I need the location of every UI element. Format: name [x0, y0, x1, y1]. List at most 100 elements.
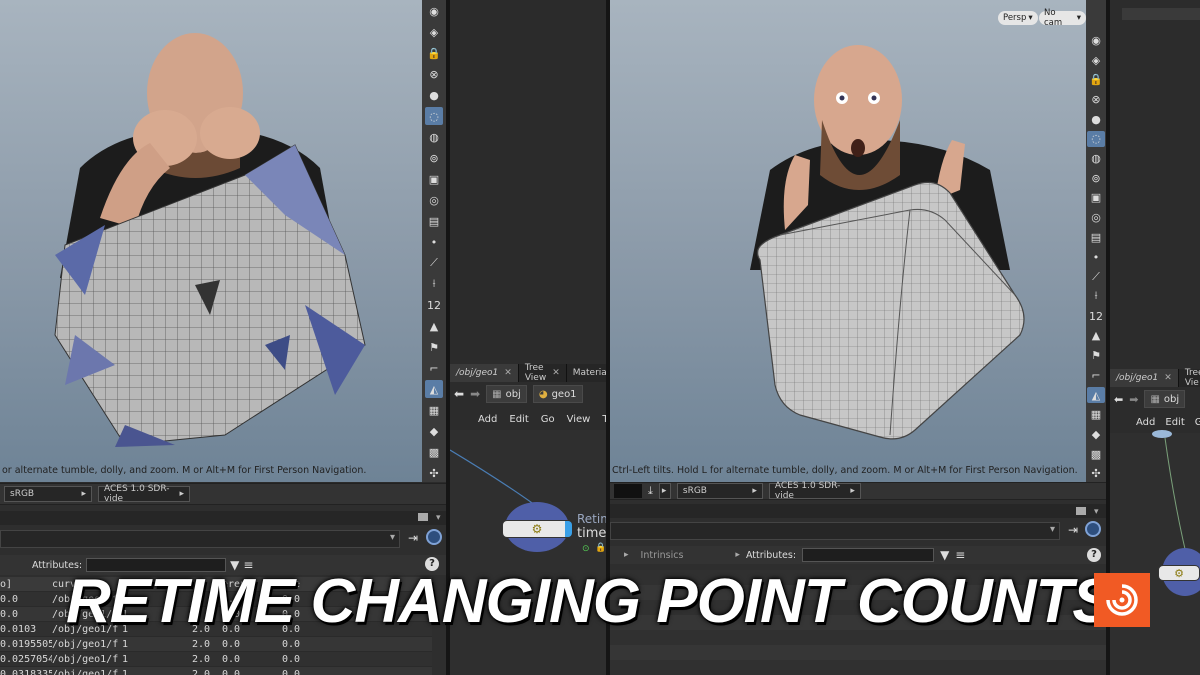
- ghost-icon[interactable]: ◈: [1087, 52, 1105, 69]
- bulb-pin-icon[interactable]: ⊚: [425, 149, 443, 167]
- attributes-filter-field[interactable]: [802, 548, 935, 562]
- path-obj-chip[interactable]: ▦ obj: [1144, 390, 1186, 408]
- paint-icon[interactable]: ▲: [1087, 328, 1105, 345]
- eye-slash-icon[interactable]: ◎: [425, 191, 443, 209]
- menu-view[interactable]: View: [567, 414, 591, 425]
- number-flag-icon[interactable]: ⚑: [425, 338, 443, 356]
- menu-edit[interactable]: Edit: [509, 414, 528, 425]
- node-lock-icon[interactable]: 🔒: [595, 543, 606, 553]
- list-icon[interactable]: ≡: [955, 548, 965, 562]
- bulb-outline-icon[interactable]: ◍: [425, 128, 443, 146]
- pane-menu-icon[interactable]: [1076, 507, 1086, 515]
- number-flag-icon[interactable]: ⚑: [1087, 347, 1105, 364]
- path-obj-chip[interactable]: ▦ obj: [486, 385, 527, 403]
- table-row[interactable]: 0.0257054/obj/geo1/f 1 2.0 0.0 0.0: [0, 652, 432, 667]
- pin-icon[interactable]: ⇥: [408, 531, 418, 545]
- menu-add[interactable]: Add: [478, 414, 497, 425]
- eye-slash-icon[interactable]: ◎: [1087, 209, 1105, 226]
- bulb-pin-icon[interactable]: ⊚: [1087, 170, 1105, 187]
- left-colorspace-select[interactable]: sRGB ▸: [4, 486, 92, 502]
- forward-arrow-icon[interactable]: ➡: [1129, 393, 1138, 406]
- close-circle-icon[interactable]: ⊗: [425, 65, 443, 83]
- pin-icon[interactable]: ⇥: [1068, 523, 1078, 537]
- tab-tree-view[interactable]: Tree View ✕: [519, 363, 567, 383]
- sphere-icon[interactable]: ●: [425, 86, 443, 104]
- dot-icon[interactable]: •: [425, 233, 443, 251]
- close-icon[interactable]: ✕: [504, 368, 512, 378]
- corner-icon[interactable]: ⌐: [425, 359, 443, 377]
- pane-arrow-icon[interactable]: ▾: [1094, 507, 1099, 517]
- right-view-transform-select[interactable]: ACES 1.0 SDR-vide ▸: [768, 481, 861, 501]
- sphere-icon[interactable]: ●: [1087, 111, 1105, 128]
- frame-icon[interactable]: ▩: [1087, 446, 1105, 463]
- view-icon[interactable]: ◉: [1087, 32, 1105, 49]
- path-dropdown-icon[interactable]: ▾: [1050, 524, 1055, 535]
- pipette-icon[interactable]: ⟊: [425, 275, 443, 293]
- number-display-icon[interactable]: 12: [1087, 308, 1105, 325]
- bulb-outline-icon[interactable]: ◍: [1087, 150, 1105, 167]
- camera-icon[interactable]: ▣: [1087, 190, 1105, 207]
- close-icon[interactable]: ✕: [552, 368, 560, 378]
- path-geo-chip[interactable]: ◕ geo1: [532, 385, 583, 403]
- table-row[interactable]: 0.0195505/obj/geo1/f 1 2.0 0.0 0.0: [0, 637, 432, 652]
- shading-icon[interactable]: ◭: [1087, 386, 1105, 404]
- checker-icon[interactable]: ▦: [425, 401, 443, 419]
- number-display-icon[interactable]: 12: [425, 296, 443, 314]
- left-view-transform-select[interactable]: ACES 1.0 SDR-vide ▸: [98, 484, 190, 504]
- close-icon[interactable]: ✕: [1164, 373, 1172, 383]
- camera-icon[interactable]: ▣: [425, 170, 443, 188]
- menu-go[interactable]: Go: [1195, 417, 1200, 428]
- lock-icon[interactable]: 🔒: [1087, 71, 1105, 88]
- right-retime-node-body[interactable]: ⚙: [1158, 565, 1200, 581]
- right-colorspace-select[interactable]: sRGB ▸: [676, 483, 763, 499]
- back-arrow-icon[interactable]: ⬅: [454, 387, 464, 401]
- frame-icon[interactable]: ▩: [425, 443, 443, 461]
- persp-menu-button[interactable]: Persp ▾: [998, 11, 1038, 25]
- dot-icon[interactable]: •: [1087, 249, 1105, 266]
- menu-go[interactable]: Go: [541, 414, 555, 425]
- light-bulb-icon[interactable]: ◌: [1087, 130, 1105, 148]
- link-icon[interactable]: [1085, 521, 1101, 537]
- forward-arrow-icon[interactable]: ➡: [470, 387, 480, 401]
- tab-obj-geo1[interactable]: /obj/geo1 ✕: [450, 364, 519, 382]
- help-icon[interactable]: ?: [1087, 548, 1101, 562]
- menu-edit[interactable]: Edit: [1165, 417, 1184, 428]
- intrinsics-label[interactable]: Intrinsics: [635, 550, 684, 561]
- retime-node-body[interactable]: ⚙: [502, 520, 572, 538]
- scatter-icon[interactable]: ✣: [1087, 465, 1105, 482]
- snapshot-down-icon[interactable]: ⤓: [648, 484, 653, 498]
- scatter-icon[interactable]: ✣: [425, 464, 443, 482]
- corner-icon[interactable]: ⌐: [1087, 367, 1105, 384]
- table-row[interactable]: 0.0318335/obj/geo1/f 1 2.0 0.0 0.0: [0, 667, 432, 675]
- tab-tree-view[interactable]: Tree Vie: [1179, 368, 1200, 388]
- lock-icon[interactable]: 🔒: [425, 44, 443, 62]
- pane-arrow-icon[interactable]: ▾: [436, 513, 441, 523]
- snapshot-icon[interactable]: ▤: [1087, 229, 1105, 246]
- back-arrow-icon[interactable]: ⬅: [1114, 393, 1123, 406]
- intrinsics-dropdown-icon[interactable]: ▸: [624, 550, 629, 560]
- right-viewport[interactable]: Persp ▾ No cam ▾ Ctrl-Left tilts. Hold L f…: [610, 0, 1086, 482]
- diamond-icon[interactable]: ◆: [1087, 426, 1105, 443]
- left-viewport[interactable]: or alternate tumble, dolly, and zoom. M …: [0, 0, 422, 482]
- pane-menu-icon[interactable]: [418, 513, 428, 521]
- frame-field[interactable]: [614, 484, 642, 498]
- attributes-dropdown-icon[interactable]: ▸: [735, 550, 740, 560]
- brush-icon[interactable]: ⟋: [1087, 268, 1105, 285]
- pipette-icon[interactable]: ⟊: [1087, 288, 1105, 305]
- menu-add[interactable]: Add: [1136, 417, 1155, 428]
- close-circle-icon[interactable]: ⊗: [1087, 91, 1105, 108]
- tab-obj-geo1[interactable]: /obj/geo1 ✕: [1110, 369, 1179, 387]
- right-layer-select[interactable]: ▸: [658, 483, 671, 499]
- ghost-icon[interactable]: ◈: [425, 23, 443, 41]
- snapshot-icon[interactable]: ▤: [425, 212, 443, 230]
- view-icon[interactable]: ◉: [425, 2, 443, 20]
- display-flag-icon[interactable]: ⊙: [582, 544, 590, 554]
- paint-icon[interactable]: ▲: [425, 317, 443, 335]
- brush-icon[interactable]: ⟋: [425, 254, 443, 272]
- checker-icon[interactable]: ▦: [1087, 406, 1105, 423]
- light-bulb-icon[interactable]: ◌: [425, 107, 443, 125]
- camera-menu-button[interactable]: No cam ▾: [1039, 8, 1086, 28]
- shading-icon[interactable]: ◭: [425, 380, 443, 398]
- diamond-icon[interactable]: ◆: [425, 422, 443, 440]
- link-icon[interactable]: [426, 529, 442, 545]
